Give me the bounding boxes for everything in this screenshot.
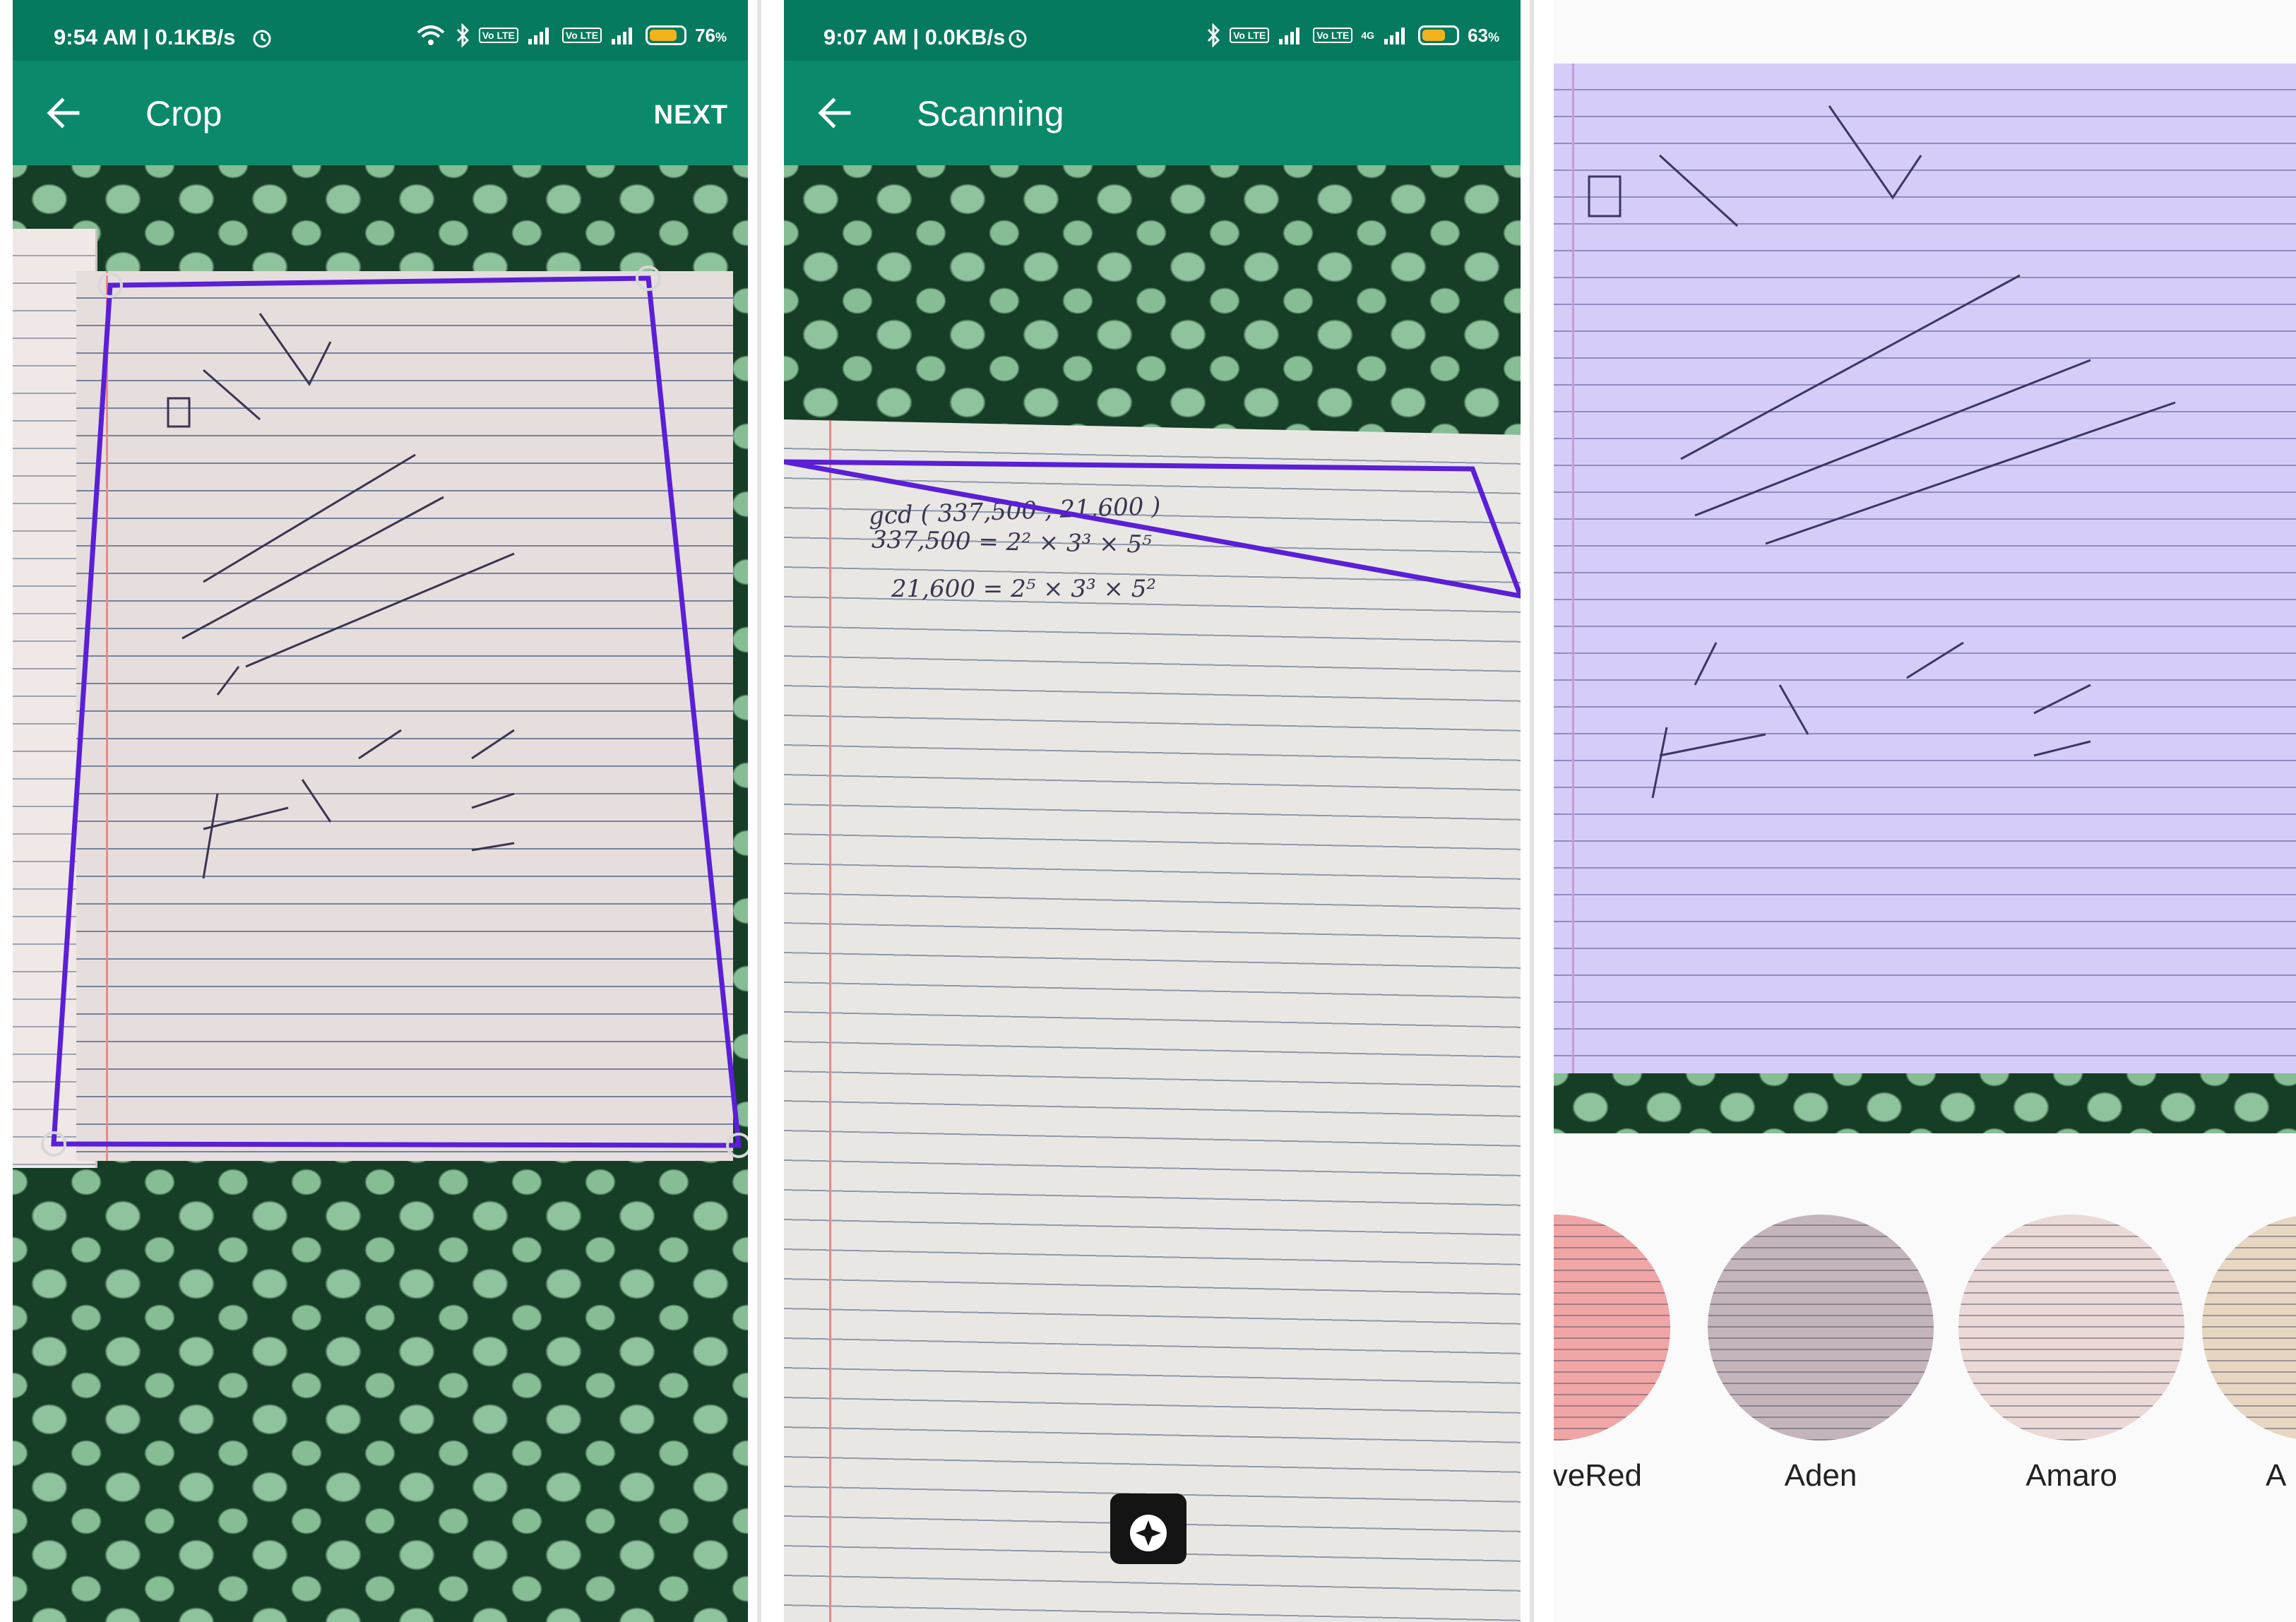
- screenshot-divider: [757, 0, 761, 1622]
- signal-icon: [1278, 26, 1304, 44]
- back-arrow-icon[interactable]: [815, 93, 855, 133]
- volte-badge: Vo LTE: [478, 28, 518, 43]
- filter-strip: ctiveRed Aden Amaro A: [1554, 1133, 2296, 1622]
- handwriting-sketch: [1588, 105, 2176, 799]
- filter-thumb-amaro[interactable]: [1958, 1215, 2184, 1441]
- page-title: Scanning: [917, 94, 1064, 133]
- battery-level: 76%: [695, 24, 727, 46]
- page-title: Crop: [145, 94, 222, 133]
- camera-icon: [1130, 1498, 1167, 1551]
- status-icons: Vo LTE Vo LTE 4G 63%: [1206, 23, 1499, 47]
- fabric-strip: [1554, 1073, 2296, 1133]
- filter-label-4[interactable]: A: [2202, 1458, 2296, 1493]
- crop-screen: 9:54 AM | 0.1KB/s Vo LTE Vo LTE 76% Crop…: [13, 0, 748, 1622]
- alarm-clock-icon: [1009, 30, 1027, 48]
- filter-thumb-1[interactable]: [1554, 1215, 1670, 1441]
- screenshot-divider: [1530, 0, 1534, 1622]
- status-icons: Vo LTE Vo LTE 76%: [415, 23, 727, 47]
- bluetooth-icon: [1207, 23, 1220, 47]
- battery-level: 63%: [1468, 24, 1499, 46]
- camera-preview: gcd ( 337,500 , 21,600 ) 337,500 = 2² × …: [784, 165, 1521, 1622]
- status-time: 9:54 AM | 0.1KB/s: [54, 25, 236, 49]
- status-bar: 9:54 AM | 0.1KB/s Vo LTE Vo LTE 76%: [13, 0, 748, 61]
- alarm-clock-icon: [253, 30, 271, 48]
- battery-icon: [1418, 25, 1460, 45]
- camera-photo: [13, 165, 748, 1622]
- signal-icon-2: [1383, 26, 1410, 44]
- next-button[interactable]: NEXT: [654, 100, 728, 131]
- volte-badge: Vo LTE: [1230, 28, 1270, 43]
- detected-edge-outline: [784, 459, 1521, 599]
- bluetooth-icon: [456, 23, 469, 47]
- crop-frame[interactable]: [13, 165, 748, 1366]
- filter-label-aden[interactable]: Aden: [1708, 1458, 1934, 1493]
- volte-badge-2: Vo LTE: [561, 28, 602, 43]
- volte-badge-2: Vo LTE: [1313, 28, 1353, 43]
- battery-icon: [646, 25, 687, 45]
- capture-button[interactable]: [1110, 1493, 1186, 1564]
- filter-label-1[interactable]: ctiveRed: [1554, 1458, 1642, 1493]
- signal-icon-2: [610, 26, 637, 44]
- status-time: 9:07 AM | 0.0KB/s: [823, 25, 1006, 49]
- filtered-preview: [1554, 64, 2296, 1133]
- filter-screen: ctiveRed Aden Amaro A: [1554, 0, 2296, 1622]
- filter-label-amaro[interactable]: Amaro: [1958, 1458, 2184, 1493]
- status-bar: 9:07 AM | 0.0KB/s Vo LTE Vo LTE 4G 63%: [784, 0, 1521, 61]
- signal-icon: [527, 26, 554, 44]
- scanning-screen: 9:07 AM | 0.0KB/s Vo LTE Vo LTE 4G 63% S…: [784, 0, 1521, 1622]
- app-bar: Scanning: [784, 61, 1521, 165]
- wifi-icon: [417, 25, 445, 45]
- filter-thumb-aden[interactable]: [1708, 1215, 1934, 1441]
- filter-thumb-4[interactable]: [2202, 1215, 2296, 1441]
- notebook-page: [1554, 64, 2296, 1073]
- network-type: 4G: [1361, 30, 1375, 41]
- app-bar: Crop NEXT: [13, 61, 748, 165]
- back-arrow-icon[interactable]: [44, 93, 83, 133]
